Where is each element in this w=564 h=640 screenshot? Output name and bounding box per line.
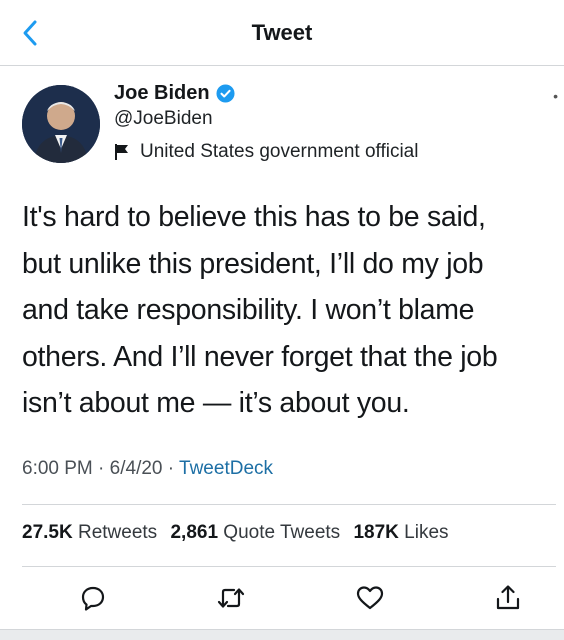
tweet-line: isn’t about me — it’s about you. (22, 387, 410, 419)
likes-count: 187K (353, 522, 399, 543)
author-handle[interactable]: @JoeBiden (114, 108, 213, 130)
top-bar: Tweet (0, 0, 564, 66)
tweet-meta: 6:00 PM · 6/4/20 · TweetDeck (22, 458, 273, 480)
quote-tweets-stat[interactable]: 2,861 Quote Tweets (170, 522, 340, 543)
government-label-text: United States government official (140, 141, 419, 162)
divider (22, 504, 556, 505)
retweets-stat[interactable]: 27.5K Retweets (22, 522, 157, 543)
quote-tweets-label: Quote Tweets (223, 522, 341, 543)
likes-label: Likes (404, 522, 449, 543)
more-options-icon[interactable]: • (553, 88, 558, 104)
action-bar (0, 574, 564, 622)
tweet-stats: 27.5K Retweets 2,861 Quote Tweets 187K L… (22, 522, 449, 544)
government-label[interactable]: United States government official (114, 141, 418, 163)
divider (22, 566, 556, 567)
avatar[interactable] (22, 85, 100, 163)
tweet-line: others. And I’ll never forget that the j… (22, 340, 498, 373)
verified-badge-icon (216, 84, 235, 103)
quote-tweets-count: 2,861 (170, 522, 219, 543)
avatar-image (22, 85, 100, 163)
tweet-line: but unlike this president, I’ll do my jo… (22, 247, 484, 280)
tweet-time[interactable]: 6:00 PM (22, 458, 93, 479)
retweet-icon (217, 588, 245, 608)
flag-icon (115, 144, 128, 160)
share-icon (496, 585, 520, 610)
tweet-date[interactable]: 6/4/20 (110, 458, 163, 479)
like-icon (356, 586, 384, 610)
author-name[interactable]: Joe Biden (114, 82, 210, 105)
tweet-line: and take responsibility. I won’t blame (22, 294, 475, 326)
meta-separator: · (98, 458, 105, 479)
retweets-label: Retweets (77, 522, 158, 543)
reply-icon (81, 586, 105, 611)
author-name-row: Joe Biden (114, 82, 235, 105)
page-title: Tweet (251, 20, 313, 45)
tweet-source-link[interactable]: TweetDeck (179, 458, 273, 479)
share-button[interactable] (492, 582, 524, 614)
retweets-count: 27.5K (22, 522, 73, 543)
bottom-strip (0, 629, 564, 640)
meta-separator: · (167, 458, 175, 479)
reply-button[interactable] (77, 582, 109, 614)
likes-stat[interactable]: 187K Likes (353, 522, 448, 543)
retweet-button[interactable] (215, 582, 247, 614)
tweet-text: It's hard to believe this has to be said… (22, 194, 554, 427)
tweet-line: It's hard to believe this has to be said… (22, 201, 486, 233)
like-button[interactable] (354, 582, 386, 614)
